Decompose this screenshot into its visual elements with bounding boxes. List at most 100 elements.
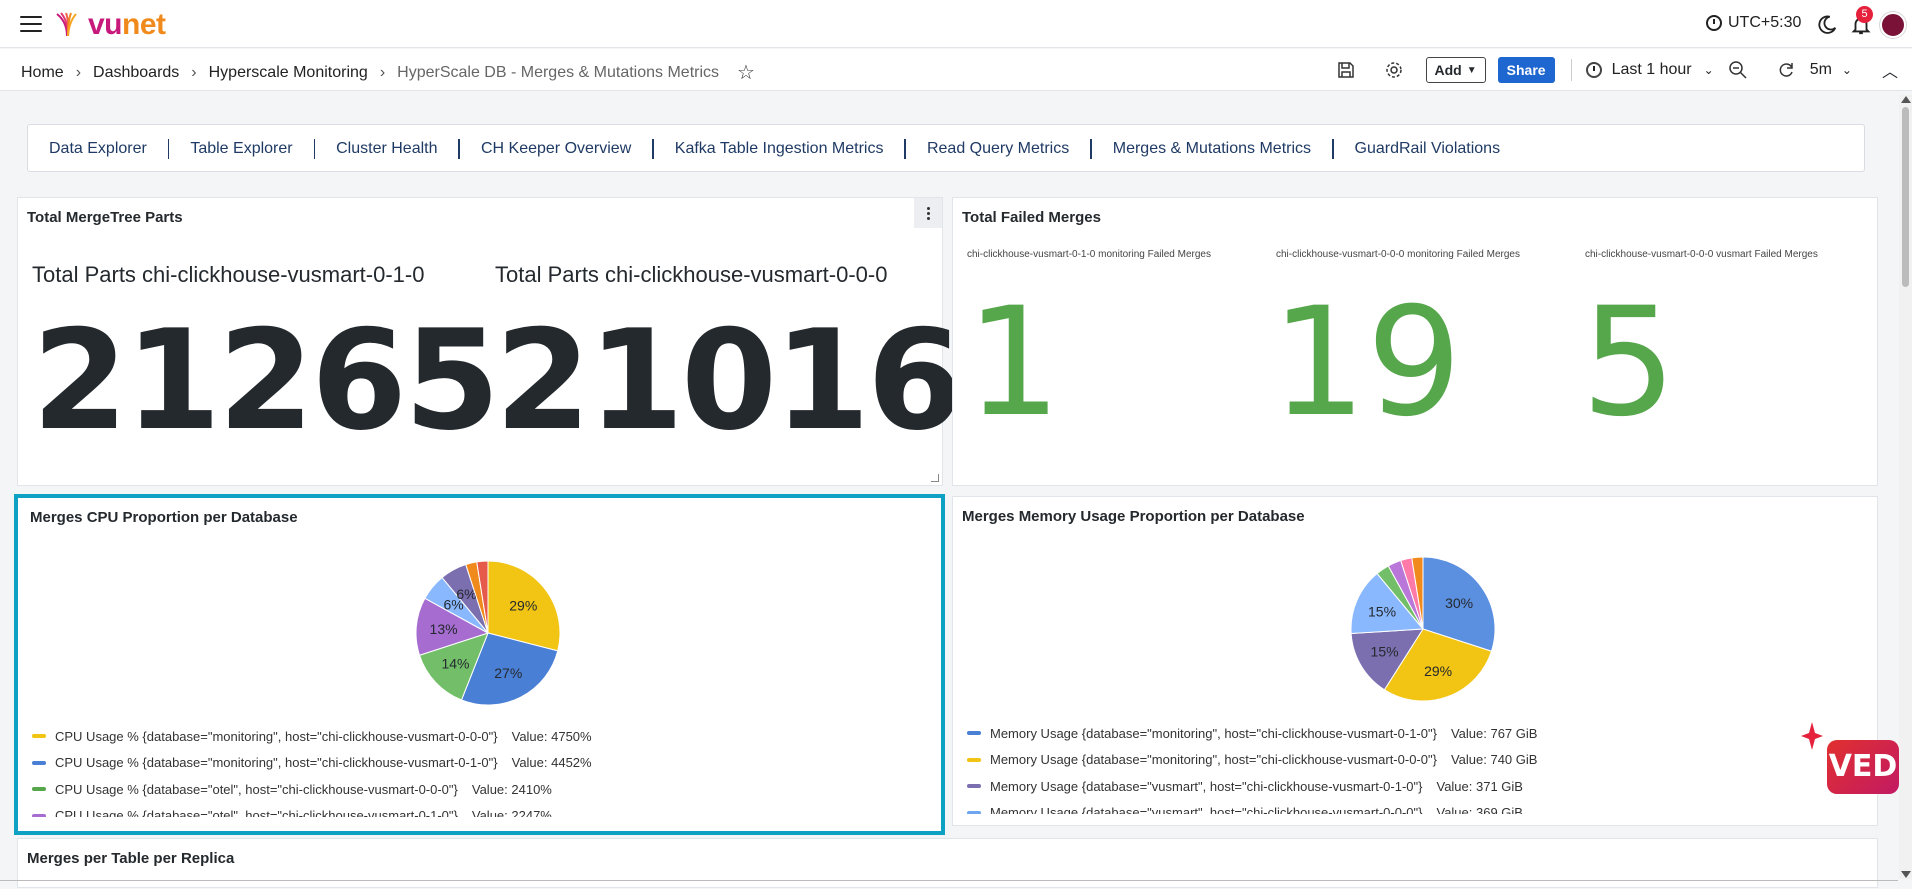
panel-title: Merges per Table per Replica (27, 850, 235, 867)
refresh-icon[interactable] (1776, 60, 1796, 80)
legend-item[interactable]: Memory Usage {database="monitoring", hos… (967, 747, 1867, 774)
time-range-picker[interactable]: Last 1 hour ⌄ (1585, 61, 1714, 79)
favorite-star-icon[interactable]: ☆ (737, 60, 755, 85)
chevron-right-icon: › (379, 63, 386, 81)
link-ch-keeper-overview[interactable]: CH Keeper Overview (460, 140, 652, 158)
legend-swatch (32, 760, 46, 765)
legend-swatch (32, 787, 46, 792)
chevron-down-icon: ⌄ (1841, 63, 1852, 77)
zoom-out-icon[interactable] (1728, 60, 1748, 80)
legend-value: Value: 740 GiB (1450, 752, 1538, 768)
stat-label: chi-clickhouse-vusmart-0-0-0 vusmart Fai… (1585, 249, 1818, 260)
memory-pie-legend: Memory Usage {database="monitoring", hos… (967, 720, 1867, 814)
cpu-pie-legend: CPU Usage % {database="monitoring", host… (32, 723, 932, 817)
breadcrumb-hyperscale-monitoring[interactable]: Hyperscale Monitoring (209, 64, 368, 82)
memory-pie-chart: 30% 29% 15% 15% (1350, 556, 1496, 702)
panel-merges-memory-proportion[interactable]: Merges Memory Usage Proportion per Datab… (952, 496, 1878, 826)
refresh-interval-picker[interactable]: 5m ⌄ (1810, 61, 1852, 79)
scrollbar-thumb[interactable] (1902, 107, 1909, 287)
link-merges-mutations-metrics[interactable]: Merges & Mutations Metrics (1092, 140, 1332, 158)
legend-swatch (967, 731, 981, 736)
link-data-explorer[interactable]: Data Explorer (28, 140, 168, 158)
logo-mark-icon (56, 12, 77, 37)
legend-item[interactable]: CPU Usage % {database="monitoring", host… (32, 723, 932, 750)
link-cluster-health[interactable]: Cluster Health (315, 140, 458, 158)
breadcrumb-current-dashboard: HyperScale DB - Merges & Mutations Metri… (397, 63, 720, 81)
legend-item[interactable]: Memory Usage {database="vusmart", host="… (967, 800, 1867, 814)
legend-item[interactable]: CPU Usage % {database="otel", host="chi-… (32, 776, 932, 803)
dark-mode-toggle-icon[interactable] (1816, 14, 1838, 36)
panel-total-mergetree-parts[interactable]: Total MergeTree Parts Total Parts chi-cl… (17, 197, 963, 486)
user-avatar[interactable] (1880, 12, 1906, 38)
scroll-down-icon[interactable] (1901, 871, 1911, 878)
legend-value: Value: 4750% (511, 728, 592, 744)
logo-net: net (122, 8, 166, 41)
pie-slice-label: 30% (1445, 595, 1473, 611)
legend-swatch (967, 784, 981, 789)
dashboard-toolbar: Add ▼ Share Last 1 hour ⌄ 5m ⌄ ︿ (1322, 56, 1912, 84)
panel-resize-handle[interactable] (931, 474, 939, 482)
logo-vu: vu (88, 8, 123, 41)
settings-gear-icon[interactable] (1384, 60, 1404, 80)
stat-value: 21016 (495, 300, 963, 461)
legend-item[interactable]: Memory Usage {database="monitoring", hos… (967, 720, 1867, 747)
stat-label: chi-clickhouse-vusmart-0-0-0 monitoring … (1276, 249, 1520, 260)
timezone-indicator[interactable]: UTC+5:30 (1706, 14, 1801, 32)
legend-swatch (32, 734, 46, 739)
legend-item[interactable]: Memory Usage {database="vusmart", host="… (967, 773, 1867, 800)
share-button[interactable]: Share (1497, 57, 1555, 83)
legend-value: Value: 767 GiB (1450, 725, 1538, 741)
legend-item[interactable]: CPU Usage % {database="monitoring", host… (32, 750, 932, 777)
legend-name: Memory Usage {database="vusmart", host="… (990, 778, 1423, 794)
panel-merges-cpu-proportion[interactable]: Merges CPU Proportion per Database 29% 27… (14, 494, 945, 835)
legend-name: CPU Usage % {database="monitoring", host… (55, 755, 498, 771)
legend-item[interactable]: CPU Usage % {database="otel", host="chi-… (32, 803, 932, 817)
legend-name: Memory Usage {database="vusmart", host="… (990, 805, 1423, 814)
panel-menu-icon[interactable] (914, 198, 942, 228)
notification-count-badge[interactable]: 5 (1856, 6, 1873, 23)
stat-value: 5 (1581, 276, 1677, 450)
timezone-label: UTC+5:30 (1728, 14, 1802, 31)
chevron-down-icon: ▼ (1466, 64, 1477, 76)
add-button[interactable]: Add ▼ (1425, 57, 1486, 83)
link-read-query-metrics[interactable]: Read Query Metrics (906, 140, 1090, 158)
menu-icon[interactable] (20, 16, 42, 32)
page-scrollbar[interactable] (1899, 95, 1912, 879)
panel-title: Merges CPU Proportion per Database (30, 509, 298, 526)
legend-name: Memory Usage {database="monitoring", hos… (990, 752, 1437, 768)
clock-icon (1585, 62, 1602, 78)
time-range-label: Last 1 hour (1611, 61, 1692, 78)
assistant-launcher-button[interactable]: VED (1827, 740, 1899, 794)
pie-slice-label: 27% (494, 665, 522, 681)
legend-value: Value: 371 GiB (1436, 778, 1523, 794)
chevron-right-icon: › (75, 63, 82, 81)
pie-slice-label: 29% (509, 598, 537, 614)
breadcrumb-home[interactable]: Home (21, 64, 64, 82)
scroll-up-icon[interactable] (1901, 96, 1911, 103)
stat-value: 19 (1271, 276, 1462, 450)
refresh-interval-label: 5m (1809, 61, 1832, 78)
chevron-down-icon: ⌄ (1703, 63, 1714, 77)
panel-title: Total Failed Merges (962, 209, 1101, 226)
legend-name: Memory Usage {database="monitoring", hos… (990, 725, 1437, 741)
stat-label: Total Parts chi-clickhouse-vusmart-0-0-0 (495, 262, 888, 287)
legend-swatch (967, 810, 981, 814)
sparkle-icon[interactable] (1801, 722, 1823, 750)
link-table-explorer[interactable]: Table Explorer (169, 140, 313, 158)
pie-slice-label: 15% (1371, 644, 1399, 660)
legend-value: Value: 2247% (471, 808, 552, 817)
logo[interactable]: vunet (54, 8, 166, 42)
panel-total-failed-merges[interactable]: Total Failed Merges chi-clickhouse-vusma… (952, 197, 1878, 486)
collapse-chevron-up-icon[interactable]: ︿ (1882, 58, 1898, 82)
chevron-right-icon: › (191, 63, 197, 81)
link-kafka-table-ingestion[interactable]: Kafka Table Ingestion Metrics (654, 140, 905, 158)
legend-swatch (32, 813, 46, 817)
panel-title: Total MergeTree Parts (27, 209, 183, 226)
link-guardrail-violations[interactable]: GuardRail Violations (1334, 140, 1522, 158)
legend-value: Value: 4452% (511, 755, 592, 771)
dashboard-links-panel: Data Explorer Table Explorer Cluster Hea… (27, 124, 1865, 172)
stat-value: 21265 (32, 300, 500, 461)
save-icon[interactable] (1336, 60, 1356, 80)
legend-swatch (967, 757, 981, 762)
breadcrumb-dashboards[interactable]: Dashboards (93, 64, 179, 82)
